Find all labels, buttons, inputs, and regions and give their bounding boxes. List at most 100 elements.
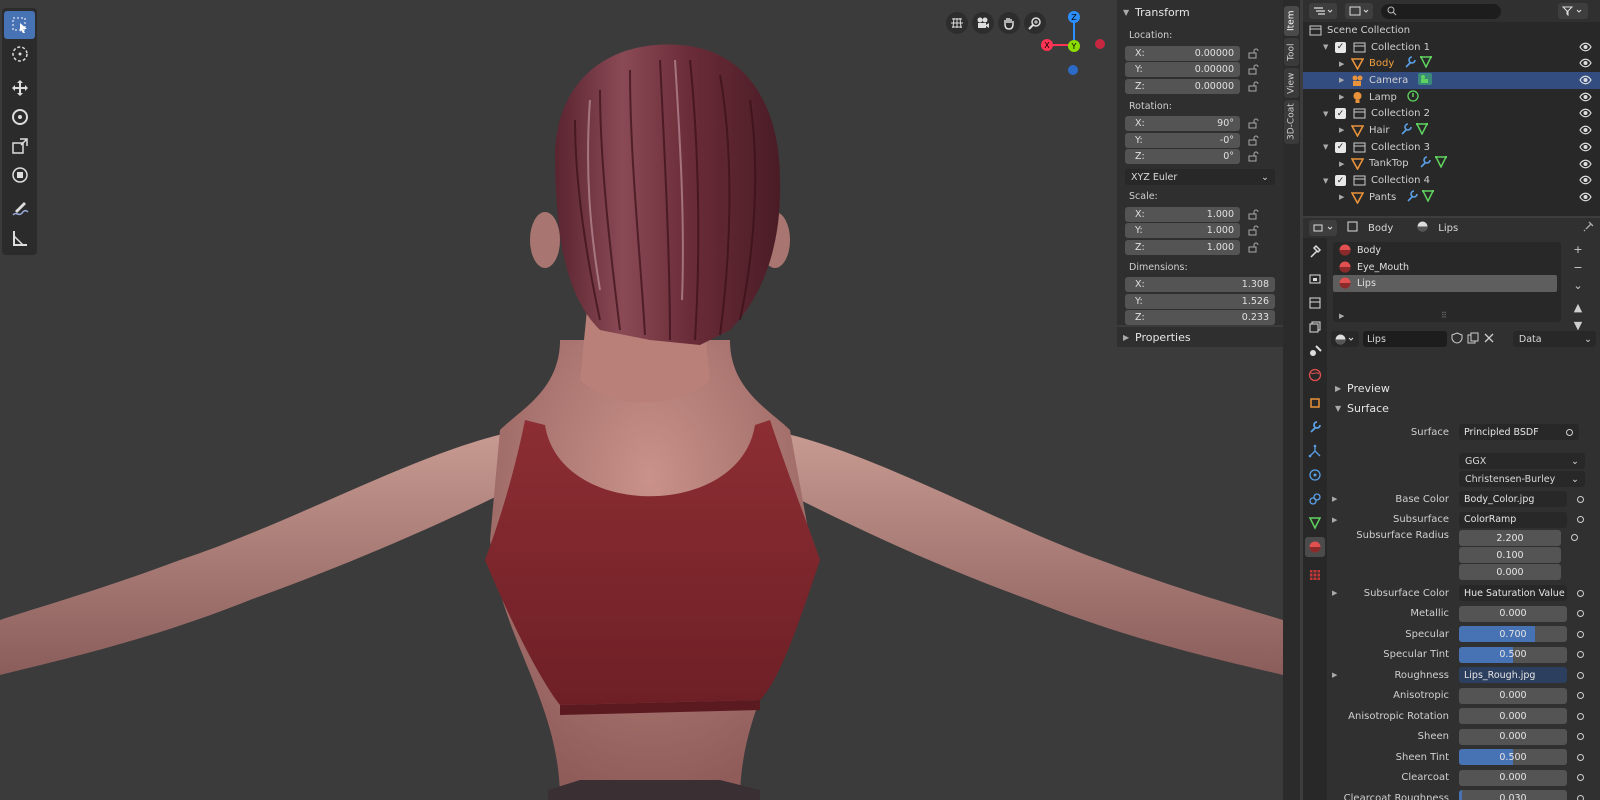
socket-dot-icon[interactable] [1577, 495, 1584, 503]
hand-pan-icon[interactable] [998, 12, 1020, 34]
rotation-z-field[interactable]: Z: 0° [1125, 149, 1240, 165]
rotation-mode-dropdown[interactable]: XYZ Euler ⌄ [1125, 169, 1275, 185]
checkbox-icon[interactable]: ✓ [1335, 175, 1346, 187]
editor-type-button[interactable] [1309, 220, 1337, 236]
measure-icon[interactable] [4, 224, 35, 252]
value-slider[interactable]: 0.030 [1459, 790, 1567, 800]
move-icon[interactable] [4, 74, 35, 102]
cursor-icon[interactable] [4, 40, 35, 68]
world-icon[interactable] [1305, 365, 1325, 385]
lock-icon[interactable] [1248, 118, 1262, 130]
material-icon[interactable] [1305, 537, 1325, 557]
dimensions-x-field[interactable]: X: 1.308 [1125, 277, 1275, 293]
output-icon[interactable] [1305, 293, 1325, 313]
expand-triangle-icon[interactable]: ▶ [1332, 516, 1337, 524]
subsurface-radius-field[interactable]: 0.000 [1459, 564, 1561, 580]
disclosure-triangle-icon[interactable]: ▼ [1323, 110, 1335, 118]
tab-tool[interactable]: Tool [1284, 38, 1299, 66]
outliner-object-row[interactable]: ▶ Camera [1303, 72, 1600, 89]
subsurface-method-dropdown[interactable]: Christensen-Burley ⌄ [1459, 471, 1585, 487]
disclosure-triangle-icon[interactable]: ▼ [1323, 177, 1335, 185]
grid-icon[interactable] [946, 12, 968, 34]
location-x-field[interactable]: X: 0.00000 [1125, 45, 1240, 61]
lock-icon[interactable] [1248, 64, 1262, 76]
socket-dot-icon[interactable] [1577, 630, 1584, 638]
modifier-wrench-icon[interactable] [1305, 417, 1325, 437]
socket-dot-icon[interactable] [1577, 753, 1584, 761]
linked-node-field[interactable]: Hue Saturation Value [1459, 585, 1567, 601]
location-z-field[interactable]: Z: 0.00000 [1125, 78, 1240, 94]
checkbox-icon[interactable]: ✓ [1335, 141, 1346, 153]
eye-visibility-icon[interactable] [1579, 175, 1592, 188]
breadcrumb-material[interactable]: Lips [1438, 223, 1458, 234]
value-slider[interactable]: 0.700 [1459, 626, 1567, 642]
distribution-dropdown[interactable]: GGX ⌄ [1459, 453, 1585, 469]
disclosure-triangle-icon[interactable]: ▶ [1339, 93, 1351, 101]
tool-settings-icon[interactable] [1305, 241, 1325, 261]
material-slot-item[interactable]: Eye_Mouth [1333, 259, 1561, 276]
lock-icon[interactable] [1248, 134, 1262, 146]
unlink-close-icon[interactable] [1483, 332, 1495, 347]
list-resize-grip[interactable]: ⠿ [1441, 311, 1447, 320]
tab-3d-coat[interactable]: 3D-Coat [1284, 100, 1299, 144]
fake-user-shield-icon[interactable] [1451, 331, 1463, 347]
properties-panel-header[interactable]: ▶ Properties [1117, 325, 1283, 347]
scene-collection-row[interactable]: Scene Collection [1303, 22, 1600, 39]
mesh-data-icon[interactable] [1420, 56, 1433, 71]
editor-type-button[interactable] [1309, 3, 1337, 19]
camera-data-icon[interactable] [1418, 72, 1433, 88]
value-slider[interactable]: 0.500 [1459, 749, 1567, 765]
modifier-wrench-icon[interactable] [1400, 123, 1412, 138]
eye-visibility-icon[interactable] [1579, 92, 1592, 105]
socket-dot-icon[interactable] [1571, 534, 1578, 541]
value-slider[interactable]: 0.000 [1459, 769, 1567, 786]
view-layer-icon[interactable] [1305, 317, 1325, 337]
disclosure-triangle-icon[interactable]: ▼ [1323, 143, 1335, 151]
value-slider[interactable]: 0.000 [1459, 708, 1567, 724]
physics-icon[interactable] [1305, 465, 1325, 485]
expand-triangle-icon[interactable]: ▶ [1332, 671, 1337, 679]
value-slider[interactable]: 0.000 [1459, 605, 1567, 622]
material-browse-icon[interactable] [1331, 331, 1359, 347]
3d-viewport[interactable]: Z X Y [0, 0, 1283, 800]
outliner-object-row[interactable]: ▶ Pants [1303, 189, 1600, 206]
display-mode-button[interactable] [1345, 3, 1373, 19]
disclosure-triangle-icon[interactable]: ▶ [1339, 60, 1351, 68]
linked-node-field[interactable]: Body_Color.jpg [1459, 491, 1567, 507]
object-icon[interactable] [1305, 393, 1325, 413]
filter-icon[interactable] [1558, 3, 1588, 19]
chevron-down-icon[interactable]: ⌄ [1571, 280, 1585, 294]
disclosure-triangle-icon[interactable]: ▶ [1339, 126, 1351, 134]
value-slider[interactable]: 0.500 [1459, 646, 1567, 663]
disclosure-triangle-icon[interactable]: ▶ [1339, 76, 1351, 84]
linked-node-field[interactable]: Lips_Rough.jpg [1459, 667, 1567, 683]
expand-triangle-icon[interactable]: ▶ [1332, 495, 1337, 503]
lock-icon[interactable] [1248, 208, 1262, 220]
light-data-icon[interactable] [1407, 89, 1419, 105]
subsurface-radius-field[interactable]: 2.200 [1459, 530, 1561, 546]
socket-dot-icon[interactable] [1577, 733, 1584, 740]
remove-slot-icon[interactable]: − [1571, 262, 1585, 276]
material-slot-item[interactable]: Lips [1333, 275, 1557, 293]
outliner-object-row[interactable]: ▶ TankTop [1303, 156, 1600, 173]
surface-section-header[interactable]: ▼ Surface [1327, 398, 1600, 418]
rotation-y-field[interactable]: Y: -0° [1125, 132, 1240, 148]
dimensions-z-field[interactable]: Z: 0.233 [1125, 310, 1275, 326]
eye-visibility-icon[interactable] [1579, 42, 1592, 55]
constraints-icon[interactable] [1305, 489, 1325, 509]
material-slot-item[interactable]: Body [1333, 242, 1561, 259]
checkbox-icon[interactable]: ✓ [1335, 41, 1346, 53]
scale-y-field[interactable]: Y: 1.000 [1125, 223, 1240, 239]
modifier-wrench-icon[interactable] [1404, 56, 1417, 71]
link-mode-dropdown[interactable]: Data ⌄ [1512, 331, 1596, 347]
lock-icon[interactable] [1248, 80, 1262, 92]
outliner-collection-row[interactable]: ▼ ✓ Collection 3 [1303, 139, 1600, 156]
socket-dot-icon[interactable] [1577, 589, 1584, 597]
eye-visibility-icon[interactable] [1579, 142, 1592, 155]
eye-visibility-icon[interactable] [1579, 192, 1592, 205]
subsurface-radius-field[interactable]: 0.100 [1459, 547, 1561, 563]
checkbox-icon[interactable]: ✓ [1335, 108, 1346, 120]
scale-x-field[interactable]: X: 1.000 [1125, 206, 1240, 222]
outliner-object-row[interactable]: ▶ Lamp [1303, 89, 1600, 106]
outliner-object-row[interactable]: ▶ Body [1303, 55, 1600, 72]
